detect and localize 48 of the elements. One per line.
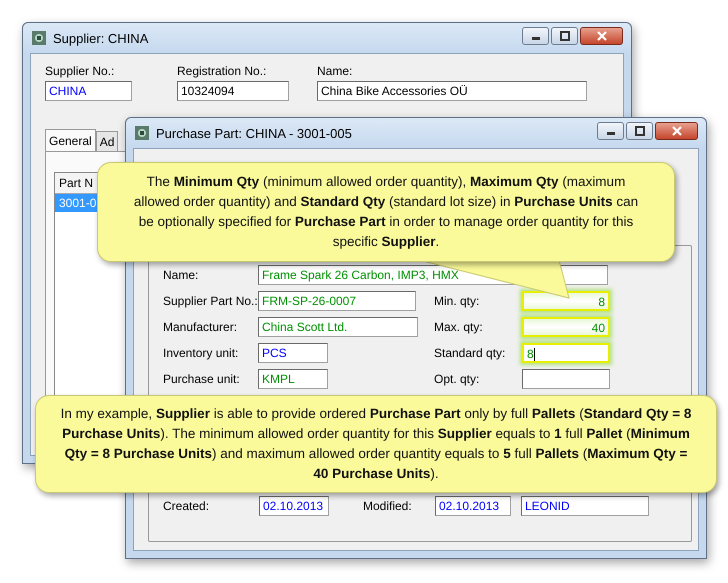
input-field[interactable]: 10324094 [177,81,289,101]
field-label: Supplier No.: [45,64,116,78]
field-label: Registration No.: [177,64,268,78]
field-label: Min. qty: [434,294,480,308]
maximize-icon [560,31,570,41]
input-field[interactable]: 02.10.2013 [435,496,511,516]
field-label: Standard qty: [434,346,506,360]
close-button[interactable] [655,122,698,140]
maximize-icon [634,126,644,136]
minimize-button[interactable] [597,122,624,140]
maximize-button[interactable] [551,27,578,45]
input-field[interactable]: KMPL [258,369,328,389]
field-label: Inventory unit: [163,346,240,360]
input-field[interactable] [522,369,610,389]
input-field[interactable]: 40 [522,317,610,337]
input-field[interactable]: 8 [522,343,610,363]
close-icon [672,126,682,136]
text-cursor [534,348,535,362]
field-label: Created: [163,499,210,513]
input-field[interactable]: FRM-SP-26-0007 [258,291,416,311]
input-field[interactable]: CHINA [45,81,132,101]
maximize-button[interactable] [626,122,653,140]
tab[interactable]: Ad [96,131,118,151]
input-field[interactable]: PCS [258,343,328,363]
field-label: Manufacturer: [163,320,238,334]
input-field[interactable]: 02.10.2013 [259,496,329,516]
field-label: Supplier Part No.: [163,294,258,308]
column-header[interactable]: Part N [55,173,98,194]
app-icon [31,30,47,46]
field-label: Name: [317,64,354,78]
window-title: Purchase Part: CHINA - 3001-005 [156,126,352,140]
input-field[interactable]: China Scott Ltd. [258,317,418,337]
tab[interactable]: General [45,129,96,151]
field-label: Opt. qty: [434,372,480,386]
field-label: Max. qty: [434,320,484,334]
field-label: Purchase unit: [163,372,241,386]
input-field[interactable]: 8 [522,291,610,311]
field-label: Modified: [363,499,413,513]
close-icon [596,31,606,41]
close-button[interactable] [580,27,623,45]
input-field[interactable]: LEONID [521,496,649,516]
callout-text: The Minimum Qty (minimum allowed order quantity), Maximum Qty (maximum allowed order quantity) and Standard Qty (standard lot size) in Purchase Units can be optionally specified for Purchase Part in order to manage order quantity for this specific Supplier. [132,173,640,251]
callout-text: In my example, Supplier is able to provide ordered Purchase Part only by full Pallets (Standard Qty = 8 Purchase Units). The minimum allowed order quantity for this Supplier equals to 1 full Pallet (Minimum Qty = 8 Purchase Units) and maximum allowed order quantity equals to 5 full Pallets (Maximum Qty = 40 Purchase Units). [60,405,692,483]
app-icon [134,125,150,141]
window-title: Supplier: CHINA [53,30,148,46]
input-field[interactable]: China Bike Accessories OÜ [317,81,587,101]
field-label: Name: [163,268,200,282]
minimize-button[interactable] [522,27,549,45]
